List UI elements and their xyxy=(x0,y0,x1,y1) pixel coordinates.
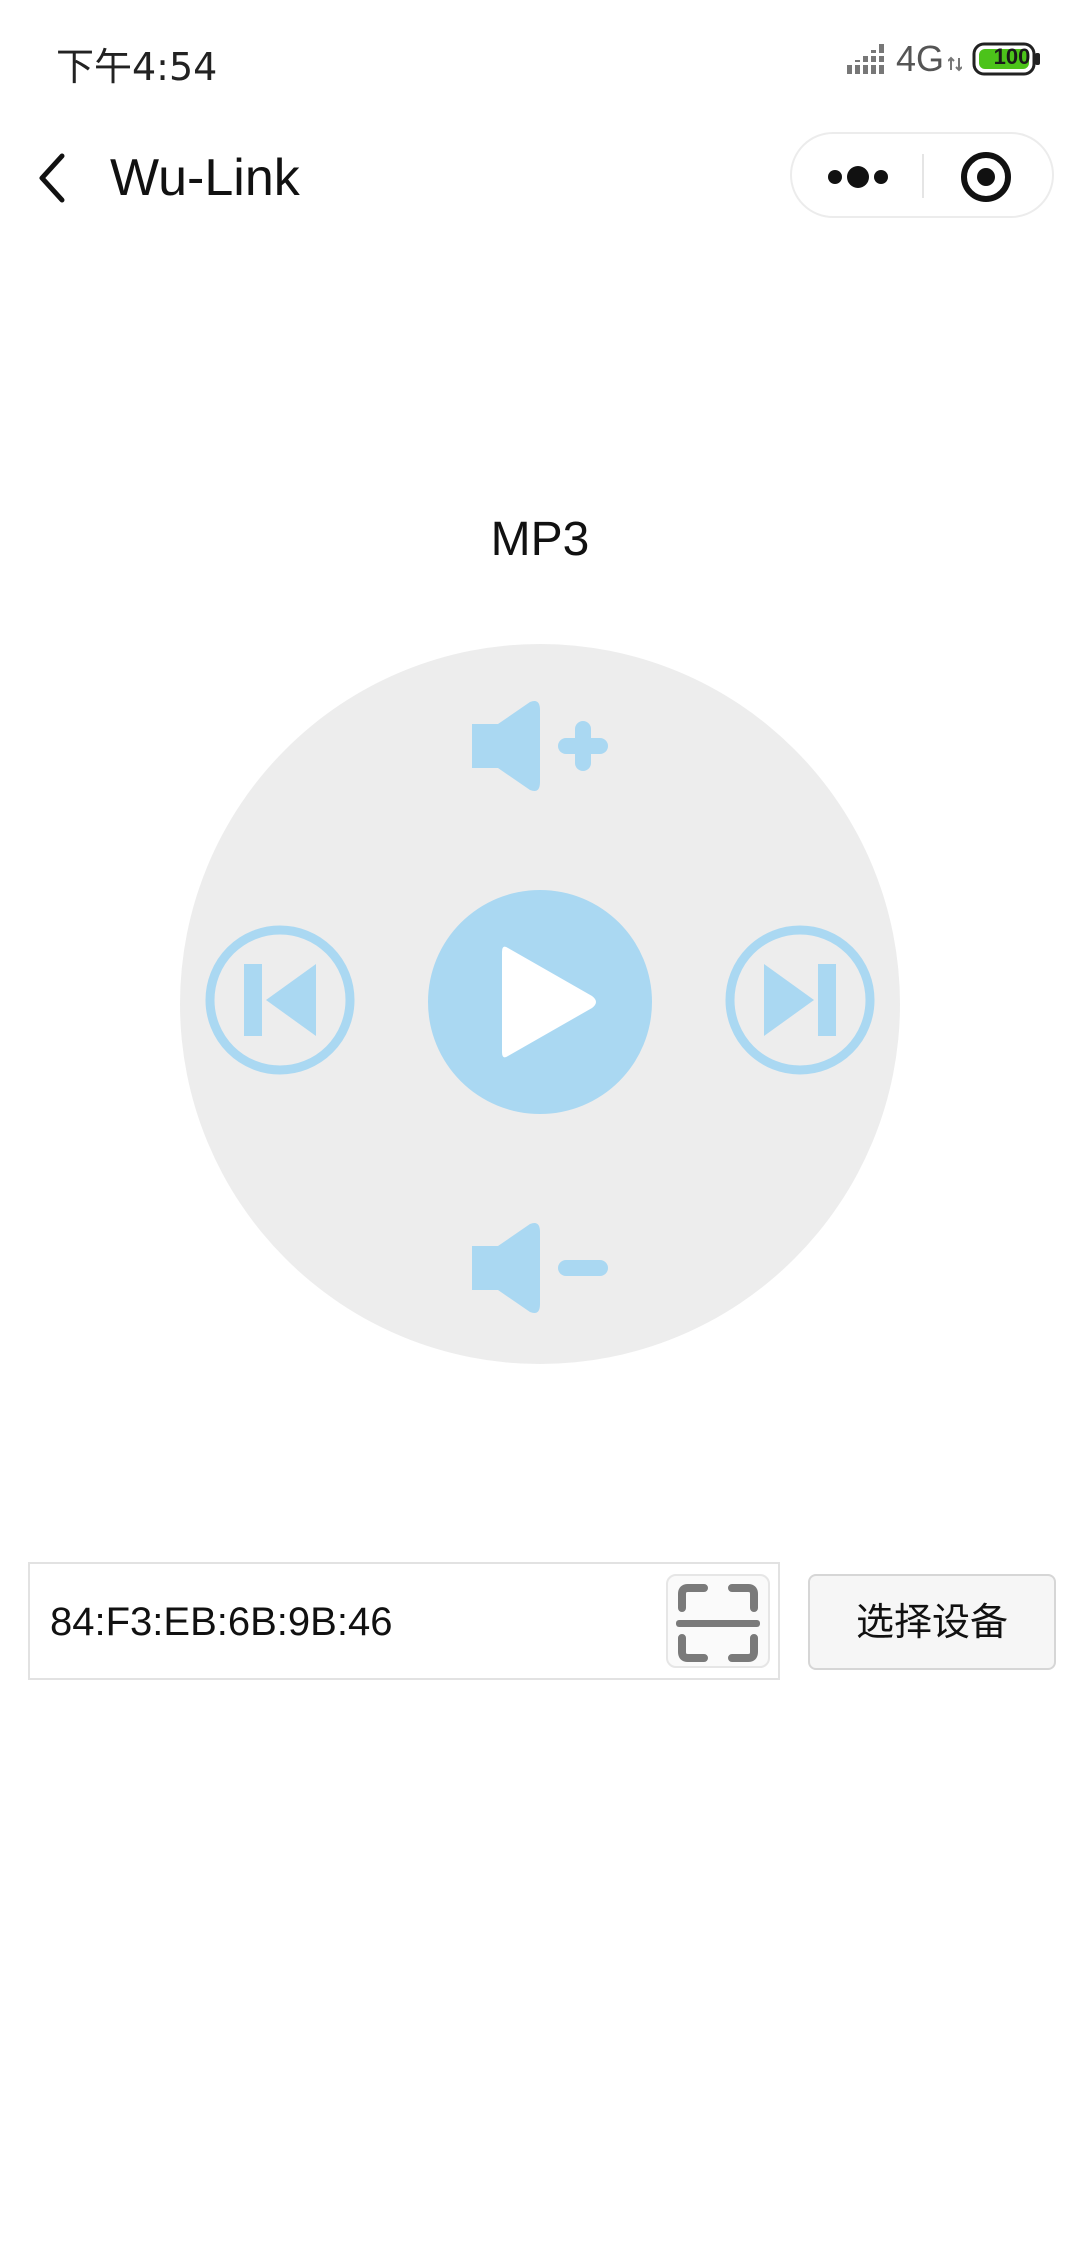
capsule-divider xyxy=(922,154,924,198)
volume-up-button[interactable] xyxy=(464,696,616,796)
play-button[interactable] xyxy=(428,890,652,1114)
nav-title: Wu-Link xyxy=(110,149,300,207)
network-activity-icon xyxy=(947,56,963,77)
signal-icon xyxy=(846,42,886,81)
volume-up-icon xyxy=(472,701,608,791)
close-miniprogram-button[interactable] xyxy=(926,134,1052,216)
scan-icon xyxy=(676,1584,760,1662)
skip-previous-icon xyxy=(205,925,355,1075)
mac-address-field xyxy=(28,1562,780,1680)
skip-next-icon xyxy=(725,925,875,1075)
chevron-left-icon xyxy=(39,153,65,203)
more-button[interactable] xyxy=(792,134,922,216)
previous-track-button[interactable] xyxy=(204,924,356,1076)
battery-level: 100 xyxy=(993,44,1031,69)
mac-address-input[interactable] xyxy=(50,1584,670,1660)
status-bar: 下午4:54 4G 100 xyxy=(0,0,1080,118)
next-track-button[interactable] xyxy=(724,924,876,1076)
player-title: MP3 xyxy=(490,513,590,566)
network-label: 4G xyxy=(896,38,945,79)
status-time: 下午4:54 xyxy=(56,45,218,89)
volume-down-icon xyxy=(472,1223,608,1313)
page: 下午4:54 4G 100 Wu-Link MP3 84:F3:EB:6B:9B… xyxy=(0,0,1080,2248)
target-circle-icon xyxy=(961,152,1011,202)
scan-button[interactable] xyxy=(666,1574,770,1668)
more-dots-icon xyxy=(828,166,888,188)
play-icon xyxy=(428,890,652,1114)
back-button[interactable] xyxy=(28,142,84,214)
volume-down-button[interactable] xyxy=(464,1218,616,1318)
menu-capsule xyxy=(790,132,1054,218)
select-device-button[interactable]: 选择设备 xyxy=(808,1574,1056,1670)
